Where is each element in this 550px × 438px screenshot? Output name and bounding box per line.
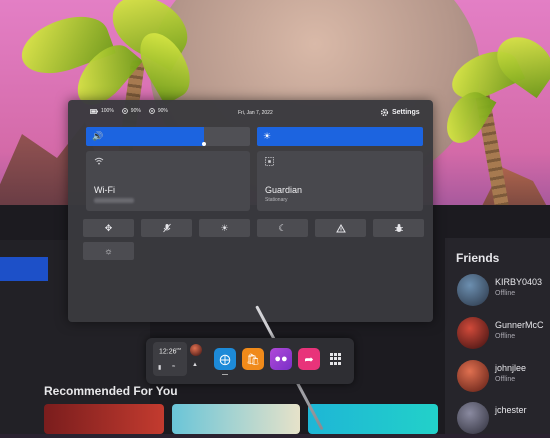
move-icon: ✥ bbox=[104, 222, 113, 233]
friend-item[interactable]: jchester bbox=[457, 400, 550, 438]
wifi-tile[interactable]: Wi-Fi bbox=[86, 151, 250, 211]
settings-button[interactable]: Settings bbox=[380, 108, 420, 117]
avatar[interactable] bbox=[190, 344, 202, 356]
volume-slider-fill bbox=[86, 127, 205, 146]
clock: 12:26PM bbox=[159, 347, 181, 355]
brightness-icon: ☀ bbox=[220, 222, 229, 233]
store-icon: 🛍 bbox=[246, 353, 260, 366]
wifi-icon: ≈ bbox=[172, 364, 176, 370]
gear-icon bbox=[380, 108, 389, 117]
avatar bbox=[457, 402, 489, 434]
people-app[interactable]: ●● bbox=[270, 348, 292, 370]
avatar bbox=[457, 317, 489, 349]
brightness-slider-fill bbox=[257, 127, 423, 146]
controller-icon bbox=[148, 108, 155, 114]
wifi-network-name-blurred bbox=[94, 198, 134, 203]
recommended-thumbnail[interactable] bbox=[308, 404, 438, 434]
controller-icon bbox=[121, 108, 128, 114]
recommended-thumbnail[interactable] bbox=[44, 404, 164, 434]
triangle-icon bbox=[335, 223, 346, 232]
wifi-label: Wi-Fi bbox=[94, 185, 115, 195]
controller-right-battery: 90% bbox=[148, 108, 168, 114]
brightness-slider[interactable]: ☀ bbox=[257, 127, 423, 146]
controller-left-battery: 90% bbox=[121, 108, 141, 114]
notifications-icon[interactable]: ▲ bbox=[192, 362, 198, 368]
speaker-icon: 🔊 bbox=[92, 131, 104, 141]
guardian-sublabel: Stationary bbox=[265, 197, 288, 203]
wifi-icon bbox=[94, 157, 104, 167]
mic-toggle[interactable] bbox=[141, 219, 192, 237]
recommended-title: Recommended For You bbox=[44, 384, 178, 398]
settings-label: Settings bbox=[392, 109, 420, 116]
mic-off-icon bbox=[162, 223, 171, 233]
friend-name: KIRBY0403 bbox=[495, 277, 543, 287]
guardian-label: Guardian bbox=[265, 185, 303, 195]
clock-time: 12:26 bbox=[159, 348, 177, 356]
friend-name: GunnerMcC bbox=[495, 320, 544, 330]
guardian-tile[interactable]: Guardian Stationary bbox=[257, 151, 423, 211]
friend-name: johnjlee bbox=[495, 363, 527, 373]
night-mode-icon: ☾ bbox=[278, 222, 287, 233]
avatar bbox=[457, 274, 489, 306]
battery-icon bbox=[90, 108, 98, 114]
brightness-auto-toggle[interactable]: ☼ bbox=[83, 242, 134, 260]
explore-app[interactable]: ⨁ bbox=[214, 348, 236, 370]
date-label: Fri, Jan 7, 2022 bbox=[238, 110, 273, 116]
friend-status: Offline bbox=[495, 333, 516, 340]
battery-icon: ▮ bbox=[158, 365, 162, 371]
recommended-thumbnail[interactable] bbox=[172, 404, 300, 434]
brightness-icon: ☀ bbox=[263, 131, 272, 141]
active-indicator bbox=[222, 374, 228, 375]
move-toggle[interactable]: ✥ bbox=[83, 219, 134, 237]
triangle-toggle[interactable] bbox=[315, 219, 366, 237]
status-bar: 100% 90% 90% bbox=[90, 108, 168, 114]
explore-icon: ⨁ bbox=[219, 353, 231, 366]
share-icon: ➦ bbox=[304, 353, 314, 366]
headset-battery: 100% bbox=[90, 108, 114, 114]
avatar bbox=[457, 360, 489, 392]
friend-status: Offline bbox=[495, 290, 516, 297]
share-app[interactable]: ➦ bbox=[298, 348, 320, 370]
friend-name: jchester bbox=[495, 405, 527, 415]
clock-suffix: PM bbox=[176, 347, 182, 351]
brightness-auto-icon: ☼ bbox=[104, 246, 113, 256]
headset-battery-value: 100% bbox=[101, 108, 114, 114]
night-mode-toggle[interactable]: ☾ bbox=[257, 219, 308, 237]
brightness-toggle[interactable]: ☀ bbox=[199, 219, 250, 237]
bug-toggle[interactable] bbox=[373, 219, 424, 237]
friend-item[interactable]: GunnerMcC Offline bbox=[457, 315, 550, 353]
friends-title: Friends bbox=[456, 251, 500, 265]
guardian-icon bbox=[265, 157, 274, 168]
friend-status: Offline bbox=[495, 376, 516, 383]
store-app[interactable]: 🛍 bbox=[242, 348, 264, 370]
friend-item[interactable]: johnjlee Offline bbox=[457, 358, 550, 396]
friend-item[interactable]: KIRBY0403 Offline bbox=[457, 272, 550, 310]
people-icon: ●● bbox=[274, 353, 288, 365]
volume-slider[interactable]: 🔊 bbox=[86, 127, 250, 146]
app-library-grid-icon[interactable] bbox=[330, 353, 342, 365]
bug-icon bbox=[394, 224, 403, 232]
controller-left-battery-value: 90% bbox=[130, 108, 141, 114]
home-banner-tab[interactable] bbox=[0, 257, 48, 281]
controller-right-battery-value: 90% bbox=[157, 108, 168, 114]
